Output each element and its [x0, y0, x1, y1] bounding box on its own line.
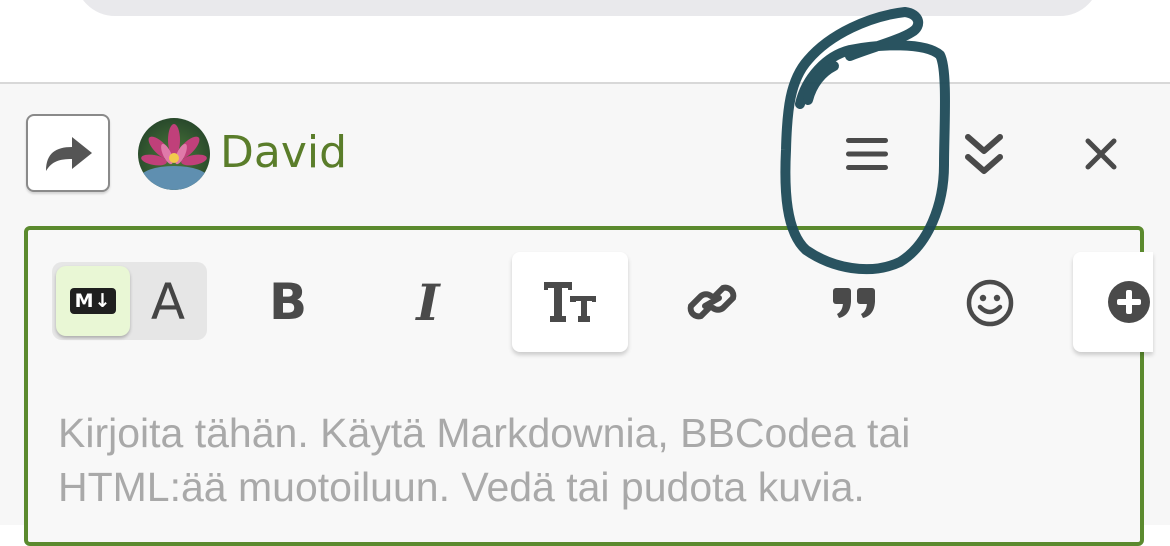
quote-button[interactable] [826, 276, 882, 328]
bold-button[interactable]: B [258, 270, 318, 334]
reply-action-button[interactable] [26, 114, 110, 192]
avatar[interactable] [138, 118, 210, 190]
share-arrow-icon [46, 137, 92, 171]
editor-placeholder: Kirjoita tähän. Käytä Markdownia, BBCode… [58, 410, 911, 510]
top-area [0, 0, 1170, 82]
link-icon [687, 284, 737, 320]
quote-icon [833, 288, 875, 318]
markdown-mode-button[interactable]: M↓ [56, 266, 130, 336]
text-size-icon [544, 282, 596, 322]
markdown-icon: M↓ [69, 288, 117, 314]
hamburger-menu-icon[interactable] [842, 130, 892, 178]
italic-button[interactable]: I [398, 270, 458, 334]
plus-circle-icon [1108, 281, 1150, 323]
previous-content-pill [75, 0, 1100, 16]
smiley-icon [966, 279, 1014, 327]
heading-button[interactable] [512, 252, 628, 352]
link-button[interactable] [684, 276, 740, 328]
close-icon[interactable] [1080, 132, 1122, 176]
avatar-lotus-image [138, 118, 210, 190]
double-chevron-down-icon[interactable] [960, 128, 1008, 180]
emoji-button[interactable] [962, 276, 1018, 330]
user-name[interactable]: David [220, 127, 347, 179]
more-options-button[interactable] [1073, 252, 1153, 352]
rich-text-mode-button[interactable]: A [140, 272, 196, 332]
